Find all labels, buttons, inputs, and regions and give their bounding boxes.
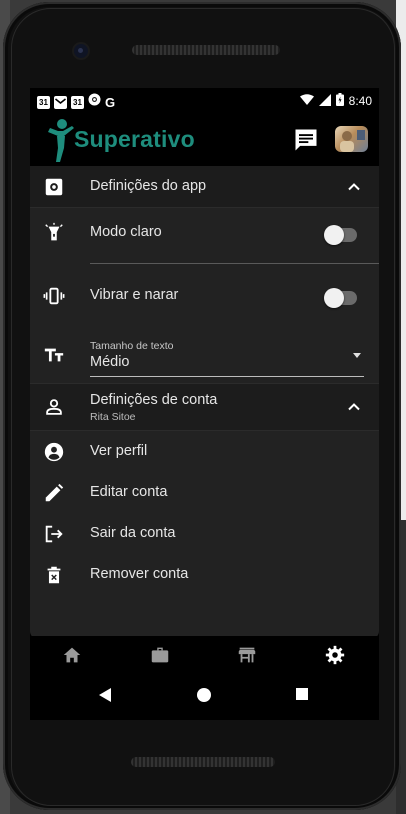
settings-icon[interactable] bbox=[324, 644, 346, 666]
status-bar: 31 31 G 8:40 bbox=[30, 88, 379, 114]
text-size-icon bbox=[44, 348, 64, 362]
bottom-nav bbox=[30, 636, 379, 674]
app-bar: Superativo bbox=[30, 114, 379, 166]
remove-account-item[interactable]: Remover conta bbox=[30, 554, 379, 595]
bottom-speaker bbox=[131, 757, 275, 767]
calendar-icon: 31 bbox=[37, 95, 50, 109]
view-profile-label: Ver perfil bbox=[90, 443, 148, 459]
wifi-icon bbox=[299, 93, 314, 109]
text-size-row[interactable]: Tamanho de texto Médio bbox=[30, 332, 379, 383]
dropdown-underline bbox=[90, 376, 364, 377]
google-icon: G bbox=[105, 94, 116, 110]
person-outline-icon bbox=[46, 399, 62, 415]
trash-icon bbox=[47, 566, 61, 584]
edit-account-label: Editar conta bbox=[90, 484, 168, 500]
chrome-icon bbox=[88, 93, 101, 111]
account-circle-icon bbox=[44, 442, 64, 462]
text-size-value[interactable]: Médio bbox=[90, 354, 130, 370]
settings-panel: Definições do app Modo claro Vibrar e na… bbox=[30, 166, 379, 639]
view-profile-item[interactable]: Ver perfil bbox=[30, 431, 379, 472]
vibrate-label: Vibrar e narar bbox=[90, 287, 179, 303]
screen: 31 31 G 8:40 Superativo Definições do ap… bbox=[30, 88, 379, 720]
overview-icon[interactable] bbox=[295, 687, 309, 701]
lamp-icon bbox=[45, 222, 63, 241]
brand-name: Superativo bbox=[74, 126, 195, 152]
store-icon[interactable] bbox=[236, 644, 258, 666]
chevron-up-icon[interactable] bbox=[347, 180, 361, 194]
vibrate-toggle[interactable] bbox=[324, 288, 357, 308]
edit-account-item[interactable]: Editar conta bbox=[30, 472, 379, 513]
logout-icon bbox=[45, 525, 63, 543]
briefcase-icon[interactable] bbox=[149, 644, 171, 666]
battery-icon bbox=[335, 93, 344, 109]
home-icon[interactable] bbox=[61, 644, 83, 666]
panel-footer bbox=[30, 595, 379, 639]
account-settings-header[interactable]: Definições de conta Rita Sitoe bbox=[30, 383, 379, 431]
logout-item[interactable]: Sair da conta bbox=[30, 513, 379, 554]
avatar[interactable] bbox=[335, 126, 368, 152]
pencil-icon bbox=[45, 483, 64, 502]
signal-icon bbox=[318, 93, 331, 109]
chevron-up-icon[interactable] bbox=[347, 400, 361, 414]
earpiece-speaker bbox=[132, 45, 280, 55]
gear-icon bbox=[45, 178, 63, 196]
system-nav-bar bbox=[30, 674, 379, 720]
back-icon[interactable] bbox=[98, 687, 112, 703]
home-circle-icon[interactable] bbox=[196, 687, 212, 703]
front-camera bbox=[74, 44, 88, 58]
account-settings-title: Definições de conta bbox=[90, 392, 218, 408]
app-settings-title: Definições do app bbox=[90, 178, 207, 194]
light-mode-row[interactable]: Modo claro bbox=[30, 208, 379, 264]
vibration-icon bbox=[43, 287, 65, 305]
remove-account-label: Remover conta bbox=[90, 566, 189, 582]
text-size-label: Tamanho de texto bbox=[90, 340, 174, 352]
light-mode-toggle[interactable] bbox=[324, 225, 357, 245]
app-settings-header[interactable]: Definições do app bbox=[30, 166, 379, 208]
clock: 8:40 bbox=[348, 94, 372, 108]
logo-icon bbox=[48, 119, 74, 162]
light-mode-label: Modo claro bbox=[90, 224, 162, 240]
chat-icon[interactable] bbox=[292, 126, 320, 154]
user-name: Rita Sitoe bbox=[90, 411, 136, 423]
calendar-icon: 31 bbox=[71, 95, 84, 109]
vibrate-row[interactable]: Vibrar e narar bbox=[30, 264, 379, 332]
gmail-icon bbox=[54, 95, 67, 109]
logout-label: Sair da conta bbox=[90, 525, 176, 541]
dropdown-arrow-icon[interactable] bbox=[353, 353, 361, 358]
